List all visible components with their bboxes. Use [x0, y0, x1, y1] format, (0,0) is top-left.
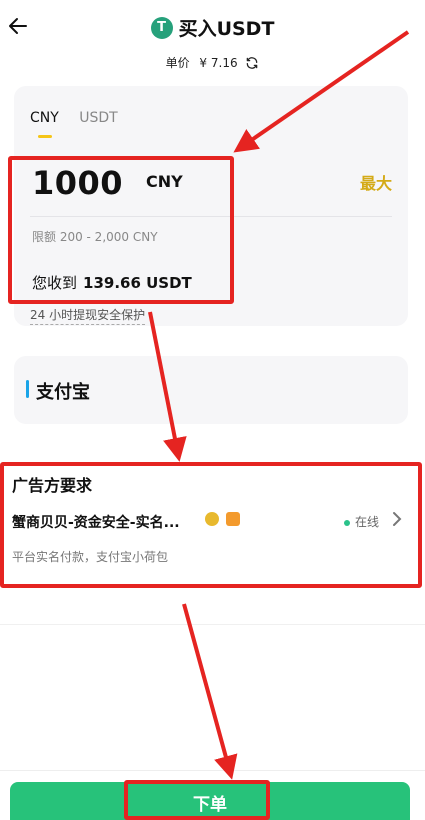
- receive-value: 139.66 USDT: [83, 274, 192, 292]
- receive-row: 您收到 139.66 USDT: [32, 272, 192, 293]
- annotation-arrow-3: [182, 603, 238, 780]
- amount-card: CNY USDT 1000 CNY 最大 限额 200 - 2,000 CNY …: [14, 86, 408, 326]
- chevron-right-icon[interactable]: [391, 511, 403, 527]
- online-status: 在线: [344, 513, 379, 530]
- advertiser-note: 平台实名付款，支付宝小荷包: [12, 550, 169, 564]
- footer-divider: [0, 770, 425, 771]
- divider: [30, 216, 392, 217]
- place-order-button[interactable]: 下单: [10, 782, 410, 820]
- section-separator: [0, 624, 425, 625]
- receive-label: 您收到: [32, 274, 78, 292]
- page-title-group: T 买入USDT: [0, 14, 425, 41]
- amount-currency: CNY: [146, 172, 183, 191]
- max-button[interactable]: 最大: [360, 170, 392, 194]
- online-status-label: 在线: [355, 515, 380, 529]
- limit-text: 限额 200 - 2,000 CNY: [32, 230, 158, 244]
- refresh-icon[interactable]: [245, 56, 259, 70]
- merchant-name[interactable]: 蟹商贝贝-资金安全-实名...: [12, 512, 180, 532]
- payment-method-card[interactable]: 支付宝: [14, 356, 408, 424]
- tab-cny[interactable]: CNY: [30, 110, 59, 138]
- merchant-shield-icon: [226, 512, 240, 526]
- top-bar: T 买入USDT: [0, 0, 425, 52]
- unit-price-value: ¥ 7.16: [199, 55, 238, 70]
- verified-badge-icon: [205, 512, 219, 526]
- tab-usdt[interactable]: USDT: [79, 110, 117, 126]
- advertiser-section-title: 广告方要求: [12, 476, 93, 495]
- unit-price-label: 单价: [165, 56, 190, 70]
- page-title: 买入USDT: [178, 18, 275, 40]
- payment-method-label: 支付宝: [36, 382, 90, 403]
- amount-input[interactable]: 1000: [32, 164, 123, 202]
- usdt-coin-icon: T: [150, 16, 173, 39]
- unit-price-row: 单价 ¥ 7.16: [0, 54, 425, 71]
- payment-accent-bar: [26, 380, 29, 398]
- withdraw-protection-link[interactable]: 24 小时提现安全保护: [30, 306, 146, 325]
- online-dot-icon: [344, 519, 350, 526]
- currency-tabs: CNY USDT: [30, 110, 134, 138]
